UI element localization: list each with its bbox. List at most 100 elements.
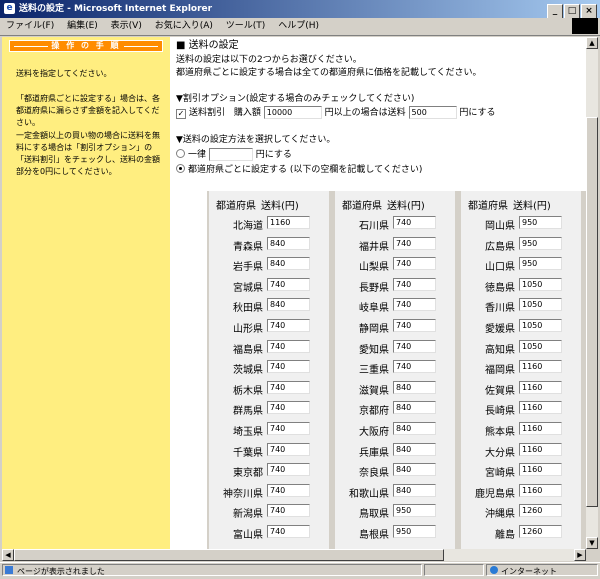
fee-input[interactable]: 740: [267, 525, 310, 538]
fee-input[interactable]: 740: [267, 483, 310, 497]
header-prefecture: 都道府県: [342, 201, 382, 212]
status-text-cell: ページが表示されました: [2, 564, 422, 576]
per-prefecture-radio[interactable]: [176, 164, 185, 173]
scroll-down-icon[interactable]: ▼: [586, 537, 598, 549]
prefecture-name: 山口県: [485, 262, 515, 274]
fee-input[interactable]: 740: [267, 463, 310, 477]
horizontal-scroll-thumb[interactable]: [14, 549, 444, 561]
fee-input[interactable]: 1260: [519, 504, 562, 518]
prefecture-name: 栃木県: [233, 385, 263, 397]
prefecture-name: 大分県: [485, 447, 515, 459]
fee-input[interactable]: 740: [393, 319, 436, 332]
fee-input[interactable]: 950: [519, 236, 562, 250]
maximize-button[interactable]: □: [564, 4, 580, 19]
fee-input[interactable]: 1050: [519, 339, 562, 353]
fee-input[interactable]: 740: [393, 360, 436, 374]
fee-input[interactable]: 1050: [519, 298, 562, 312]
fee-input[interactable]: 840: [393, 401, 436, 415]
fee-input[interactable]: 740: [393, 298, 436, 312]
fee-input[interactable]: 740: [393, 257, 436, 271]
table-row: 徳島県 1050: [461, 275, 581, 295]
fee-input[interactable]: 840: [267, 257, 310, 271]
menu-edit[interactable]: 編集(E): [63, 18, 102, 34]
fee-input[interactable]: 1160: [519, 463, 562, 477]
fee-input[interactable]: 840: [393, 380, 436, 394]
discount-fee-input[interactable]: 500: [408, 106, 457, 119]
fee-input[interactable]: 950: [519, 216, 562, 229]
fee-input[interactable]: 740: [267, 339, 310, 353]
fee-input[interactable]: 840: [267, 236, 310, 250]
fee-input[interactable]: 740: [393, 216, 436, 229]
globe-icon: [490, 566, 498, 574]
flat-rate-radio[interactable]: [176, 149, 185, 158]
fee-input[interactable]: 740: [267, 422, 310, 435]
table-row: 福島県 740: [209, 337, 329, 357]
menu-tools[interactable]: ツール(T): [222, 18, 270, 34]
fee-input[interactable]: 1050: [519, 319, 562, 332]
table-row: 宮崎県 1160: [461, 460, 581, 480]
fee-input[interactable]: 1260: [519, 525, 562, 538]
vertical-scroll-thumb[interactable]: [586, 117, 598, 507]
scroll-left-icon[interactable]: ◀: [2, 549, 14, 561]
fee-input[interactable]: 950: [393, 525, 436, 538]
table-row: 離島 1260: [461, 522, 581, 542]
table-row: 鳥取県 950: [335, 501, 455, 521]
minimize-button[interactable]: _: [547, 4, 563, 19]
fee-input[interactable]: 950: [519, 257, 562, 271]
fee-input[interactable]: 740: [267, 277, 310, 291]
purchase-amount-input[interactable]: 10000: [263, 106, 322, 119]
menu-help[interactable]: ヘルプ(H): [274, 18, 323, 34]
above-text: 円以上の場合は送料: [324, 108, 406, 118]
flat-rate-input[interactable]: [208, 148, 253, 161]
close-button[interactable]: ×: [581, 4, 597, 19]
fee-input[interactable]: 740: [393, 339, 436, 353]
prefecture-name: 茨城県: [233, 365, 263, 377]
instruction-1: 送料を指定してください。: [16, 69, 112, 78]
table-row: 栃木県 740: [209, 378, 329, 398]
table-row: 三重県 740: [335, 357, 455, 377]
window-title: 送料の設定 - Microsoft Internet Explorer: [19, 4, 213, 14]
discount-row: ✓ 送料割引 購入額 10000 円以上の場合は送料 500 円にする: [176, 106, 496, 119]
discount-checkbox[interactable]: ✓: [176, 109, 186, 119]
fee-input[interactable]: 1160: [519, 442, 562, 456]
fee-input[interactable]: 1160: [267, 216, 310, 229]
fee-input[interactable]: 1050: [519, 277, 562, 291]
scroll-up-icon[interactable]: ▲: [586, 37, 598, 49]
prefecture-name: 京都府: [359, 406, 389, 418]
table-row: 青森県 840: [209, 234, 329, 254]
fee-input[interactable]: 1160: [519, 422, 562, 435]
prefecture-name: 沖縄県: [485, 509, 515, 521]
horizontal-scrollbar[interactable]: ◀ ▶: [2, 549, 586, 561]
fee-input[interactable]: 1160: [519, 360, 562, 374]
fee-input[interactable]: 740: [393, 277, 436, 291]
discount-checkbox-label: 送料割引: [189, 108, 226, 118]
fee-input[interactable]: 840: [393, 422, 436, 435]
fee-input[interactable]: 840: [393, 463, 436, 477]
fee-input[interactable]: 1160: [519, 401, 562, 415]
fee-input[interactable]: 740: [267, 442, 310, 456]
vertical-scrollbar[interactable]: ▲ ▼: [586, 37, 598, 549]
prefecture-name: 新潟県: [233, 509, 263, 521]
fee-input[interactable]: 840: [393, 483, 436, 497]
table-row: 山形県 740: [209, 316, 329, 336]
menu-file[interactable]: ファイル(F): [2, 18, 58, 34]
prefecture-name: 福島県: [233, 344, 263, 356]
fee-input[interactable]: 740: [267, 360, 310, 374]
scroll-right-icon[interactable]: ▶: [574, 549, 586, 561]
fee-input[interactable]: 740: [267, 401, 310, 415]
fee-input[interactable]: 840: [393, 442, 436, 456]
menu-favorites[interactable]: お気に入り(A): [151, 18, 217, 34]
fee-input[interactable]: 740: [267, 504, 310, 518]
section-title: ■ 送料の設定: [176, 40, 239, 51]
fee-input[interactable]: 740: [267, 380, 310, 394]
fee-input[interactable]: 840: [267, 298, 310, 312]
table-row: 長崎県 1160: [461, 398, 581, 418]
per-prefecture-row: 都道府県ごとに設定する (以下の空欄を記載してください): [176, 164, 422, 176]
fee-input[interactable]: 740: [267, 319, 310, 332]
prefecture-name: 離島: [495, 530, 515, 541]
menu-view[interactable]: 表示(V): [107, 18, 146, 34]
fee-input[interactable]: 1160: [519, 483, 562, 497]
fee-input[interactable]: 1160: [519, 380, 562, 394]
fee-input[interactable]: 740: [393, 236, 436, 250]
fee-input[interactable]: 950: [393, 504, 436, 518]
